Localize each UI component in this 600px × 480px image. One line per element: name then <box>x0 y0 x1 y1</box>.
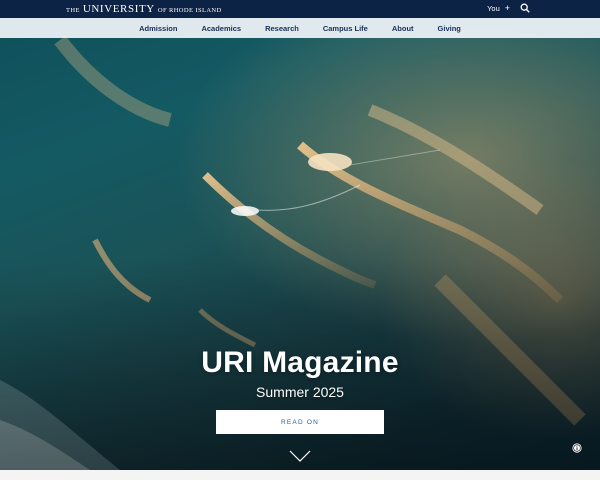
hero-subtitle: Summer 2025 <box>256 384 344 400</box>
nav-admission[interactable]: Admission <box>127 24 189 33</box>
university-logo[interactable]: THE UNIVERSITY OF RHODE ISLAND <box>66 3 222 15</box>
utility-links: You + <box>487 3 530 13</box>
nav-research[interactable]: Research <box>253 24 311 33</box>
logo-the: THE <box>66 7 80 14</box>
logo-university: UNIVERSITY <box>82 3 155 15</box>
logo-of-rhode-island: OF RHODE ISLAND <box>157 7 222 14</box>
nav-giving[interactable]: Giving <box>426 24 473 33</box>
you-menu-button[interactable]: You + <box>487 2 510 13</box>
page-bottom-edge <box>0 470 600 480</box>
nav-campus-life[interactable]: Campus Life <box>311 24 380 33</box>
chevron-down-icon[interactable] <box>289 450 311 462</box>
utility-bar: THE UNIVERSITY OF RHODE ISLAND You + <box>0 0 600 18</box>
you-label: You <box>487 3 500 13</box>
plus-icon: + <box>504 2 510 13</box>
read-on-button[interactable]: READ ON <box>216 410 384 434</box>
nav-about[interactable]: About <box>380 24 426 33</box>
info-icon[interactable] <box>572 443 582 453</box>
main-navigation: Admission Academics Research Campus Life… <box>0 18 600 38</box>
search-icon[interactable] <box>520 3 530 13</box>
hero-title: URI Magazine <box>201 346 399 379</box>
nav-academics[interactable]: Academics <box>189 24 253 33</box>
